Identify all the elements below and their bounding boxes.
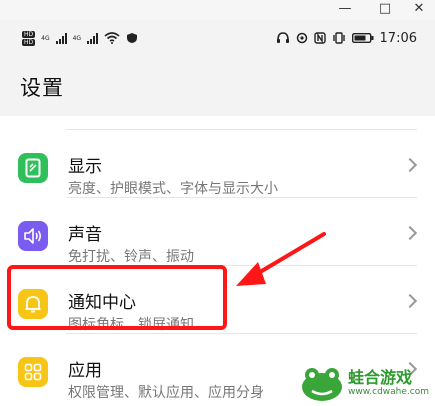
minimize-button[interactable]: — [330,0,360,20]
chevron-right-icon [402,293,418,309]
settings-row-title: 显示 [68,157,102,177]
hd-badge: HD [22,30,36,38]
vibrate-icon [332,32,345,44]
status-right-group: 17:06 [276,29,417,47]
battery-icon [351,33,374,43]
status-bar: HD HD 4G 4G 17:06 [0,20,435,56]
list-top-spacer [0,116,435,130]
settings-row-sound[interactable]: 声音 免打扰、铃声、振动 [0,198,435,266]
signal-strength-icon [55,32,67,44]
display-icon [18,153,48,183]
headset-icon [276,32,289,43]
watermark: 蛙合游戏 www.cdwahe.com [300,360,435,406]
apps-grid-icon [18,357,48,387]
network-type-label-2: 4G [72,34,82,42]
settings-row-title: 应用 [68,361,102,381]
maximize-button[interactable]: □ [370,0,400,20]
wifi-icon [104,32,120,44]
nfc-icon [313,32,326,44]
hd-tags: HD HD [22,30,36,46]
window-title-bar: — □ ✕ [0,0,435,20]
settings-row-subtitle: 亮度、护眼模式、字体与显示大小 [68,181,278,197]
eye-comfort-icon [296,32,307,44]
highlight-box [7,265,227,330]
settings-row-title: 声音 [68,225,102,245]
settings-row-subtitle: 权限管理、默认应用、应用分身 [68,385,264,401]
settings-header: 设置 [0,56,435,116]
annotation-arrow-icon [236,232,326,286]
page-title: 设置 [20,76,64,100]
watermark-url: www.cdwahe.com [348,387,429,397]
clock-time: 17:06 [379,30,417,46]
status-left-group: HD HD 4G 4G [22,29,138,47]
watermark-name: 蛙合游戏 [348,368,413,387]
settings-row-subtitle: 免打扰、铃声、振动 [68,249,194,265]
shield-status-icon [127,33,138,43]
frog-logo-icon [302,368,342,401]
network-type-label: 4G [41,34,50,42]
signal-strength-icon-2 [87,32,99,44]
close-button[interactable]: ✕ [404,0,434,20]
chevron-right-icon [402,225,418,241]
speaker-icon [18,221,48,251]
chevron-right-icon [402,157,418,173]
settings-row-display[interactable]: 显示 亮度、护眼模式、字体与显示大小 [0,130,435,198]
hd-badge-2: HD [22,38,36,46]
watermark-text: 蛙合游戏 www.cdwahe.com [348,368,429,398]
